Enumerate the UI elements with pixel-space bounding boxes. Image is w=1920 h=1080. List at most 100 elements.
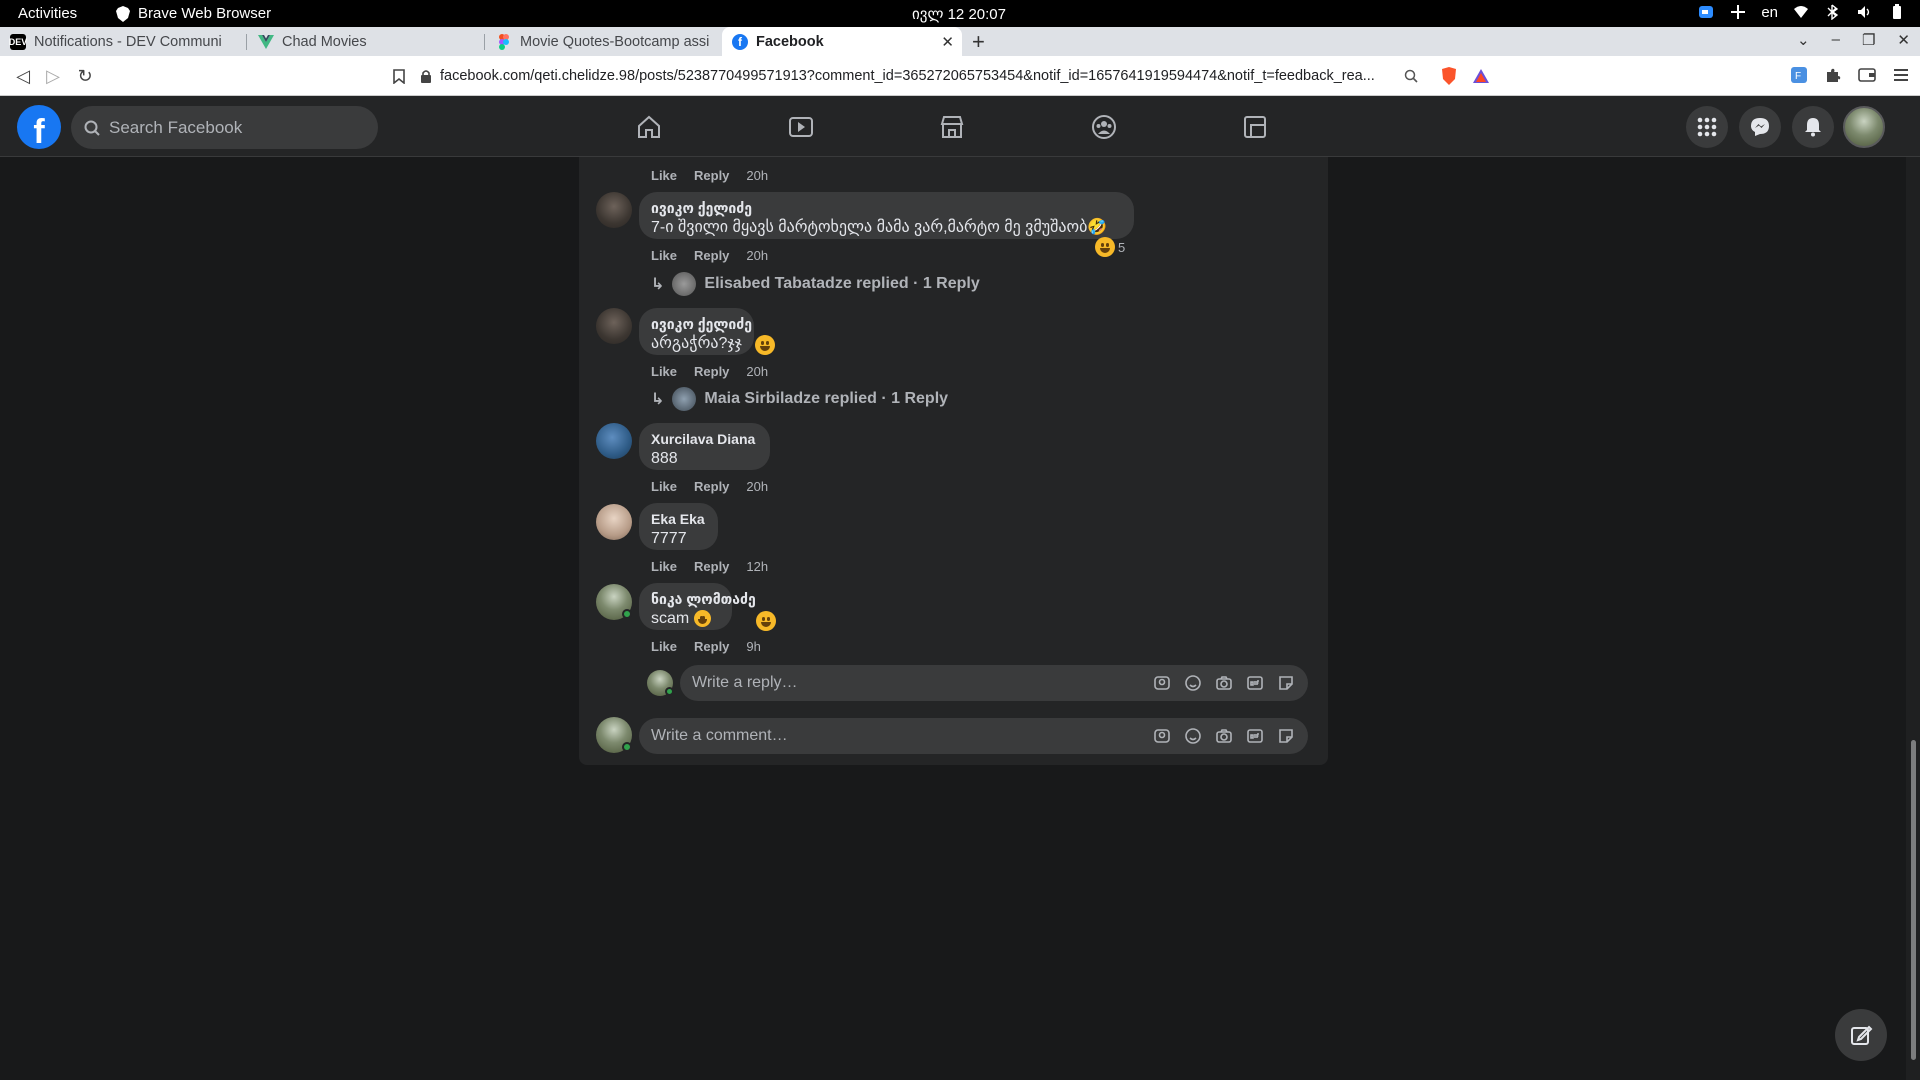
menu-grid-button[interactable]: [1686, 106, 1728, 148]
like-link[interactable]: Like: [651, 559, 677, 574]
minimize-icon[interactable]: –: [1832, 31, 1840, 49]
battery-icon[interactable]: [1888, 3, 1906, 21]
notifications-button[interactable]: [1792, 106, 1834, 148]
search-input[interactable]: [109, 117, 359, 138]
comment-composer[interactable]: [639, 718, 1308, 754]
tab-facebook[interactable]: f Facebook ✕: [722, 27, 962, 56]
like-link[interactable]: Like: [651, 639, 677, 654]
slack-tray-icon[interactable]: [1729, 3, 1747, 21]
avatar[interactable]: [596, 192, 632, 228]
comment-time[interactable]: 20h: [746, 248, 768, 263]
like-link[interactable]: Like: [651, 364, 677, 379]
url-field[interactable]: facebook.com/qeti.chelidze.98/posts/5238…: [420, 61, 1420, 91]
comment-time[interactable]: 12h: [746, 559, 768, 574]
online-status-indicator: [622, 609, 632, 619]
extensions-bar: F: [1790, 66, 1910, 84]
brave-rewards-icon[interactable]: [1470, 65, 1492, 87]
comment-author[interactable]: Xurcilava Diana: [651, 430, 758, 448]
avatar-sticker-icon[interactable]: [1152, 673, 1172, 693]
nav-gaming[interactable]: [1199, 96, 1311, 157]
reply-link[interactable]: Reply: [694, 559, 729, 574]
tab-movie-quotes[interactable]: Movie Quotes-Bootcamp assi: [486, 27, 716, 56]
keyboard-language[interactable]: en: [1761, 4, 1778, 21]
reply-link[interactable]: Reply: [694, 639, 729, 654]
avatar: [672, 272, 697, 296]
like-link[interactable]: Like: [651, 479, 677, 494]
avatar[interactable]: [596, 504, 632, 540]
new-tab-button[interactable]: +: [972, 29, 985, 55]
extensions-puzzle-icon[interactable]: [1824, 66, 1842, 84]
reply-link[interactable]: Reply: [694, 364, 729, 379]
comment-author[interactable]: ივიკო ქელიძე: [651, 199, 1122, 217]
avatar[interactable]: [596, 423, 632, 459]
view-replies-link[interactable]: ↳ Maia Sirbiladze replied · 1 Reply: [651, 387, 948, 411]
reaction-count[interactable]: [756, 611, 776, 631]
restore-icon[interactable]: ❐: [1862, 31, 1875, 49]
comment-time[interactable]: 20h: [746, 168, 768, 183]
camera-icon[interactable]: [1214, 726, 1234, 746]
reply-link[interactable]: Reply: [694, 168, 729, 183]
nav-home[interactable]: [593, 96, 705, 157]
new-message-button[interactable]: [1835, 1009, 1887, 1061]
system-tray[interactable]: en: [1697, 3, 1906, 21]
bookmark-icon[interactable]: [388, 65, 410, 87]
like-link[interactable]: Like: [651, 168, 677, 183]
zoom-icon[interactable]: [1400, 65, 1422, 87]
back-icon[interactable]: ◁: [12, 65, 34, 87]
comment-bubble: Xurcilava Diana 888: [639, 423, 770, 470]
comment-time[interactable]: 20h: [746, 364, 768, 379]
emoji-icon[interactable]: [1183, 673, 1203, 693]
reaction-count[interactable]: [755, 335, 775, 355]
zoom-tray-icon[interactable]: [1697, 3, 1715, 21]
facebook-logo-icon[interactable]: f: [17, 105, 61, 149]
volume-icon[interactable]: [1856, 3, 1874, 21]
reaction-count[interactable]: 5: [1095, 237, 1125, 257]
reply-composer[interactable]: [680, 665, 1308, 701]
reply-link[interactable]: Reply: [694, 479, 729, 494]
wallet-icon[interactable]: [1858, 66, 1876, 84]
camera-icon[interactable]: [1214, 673, 1234, 693]
messenger-button[interactable]: [1739, 106, 1781, 148]
reply-link[interactable]: Reply: [694, 248, 729, 263]
tab-label: Notifications - DEV Communi: [34, 33, 222, 50]
close-tab-icon[interactable]: ✕: [941, 33, 954, 51]
menu-icon[interactable]: [1892, 66, 1910, 84]
forward-icon[interactable]: ▷: [42, 65, 64, 87]
comment-input[interactable]: [651, 727, 1091, 745]
comment-author[interactable]: Eka Eka: [651, 510, 706, 528]
comment-author[interactable]: ნიკა ლომთაძე: [651, 590, 756, 608]
view-replies-link[interactable]: ↳ Elisabed Tabatadze replied · 1 Reply: [651, 272, 980, 296]
comment-author[interactable]: ივიკო ქელიძე: [651, 315, 752, 333]
tab-chad-movies[interactable]: Chad Movies: [248, 27, 478, 56]
app-menu[interactable]: Brave Web Browser: [116, 5, 271, 22]
gif-icon[interactable]: [1245, 673, 1265, 693]
reload-icon[interactable]: ↻: [74, 65, 96, 87]
like-link[interactable]: Like: [651, 248, 677, 263]
bluetooth-icon[interactable]: [1824, 3, 1842, 21]
reply-input[interactable]: [692, 674, 1132, 692]
account-avatar[interactable]: [1843, 106, 1885, 148]
translate-extension-icon[interactable]: F: [1790, 66, 1808, 84]
os-clock[interactable]: ივლ 12 20:07: [912, 5, 1006, 23]
nav-marketplace[interactable]: [896, 96, 1008, 157]
comment-actions: Like Reply 9h: [651, 639, 761, 654]
emoji-icon[interactable]: [1183, 726, 1203, 746]
activities-button[interactable]: Activities: [18, 5, 77, 22]
comment-time[interactable]: 9h: [746, 639, 760, 654]
sticker-icon[interactable]: [1276, 673, 1296, 693]
watch-icon: [789, 116, 813, 137]
brave-shields-icon[interactable]: [1438, 65, 1460, 87]
scrollbar-thumb[interactable]: [1911, 740, 1916, 1060]
avatar[interactable]: [596, 308, 632, 344]
tab-dev-notifications[interactable]: DEV Notifications - DEV Communi: [0, 27, 240, 56]
search-box[interactable]: [71, 106, 378, 149]
avatar-sticker-icon[interactable]: [1152, 726, 1172, 746]
tab-search-icon[interactable]: ⌄: [1797, 31, 1810, 49]
close-window-icon[interactable]: ✕: [1897, 31, 1910, 49]
wifi-icon[interactable]: [1792, 3, 1810, 21]
gif-icon[interactable]: [1245, 726, 1265, 746]
nav-groups[interactable]: [1048, 96, 1160, 157]
sticker-icon[interactable]: [1276, 726, 1296, 746]
comment-time[interactable]: 20h: [746, 479, 768, 494]
nav-watch[interactable]: [745, 96, 857, 157]
